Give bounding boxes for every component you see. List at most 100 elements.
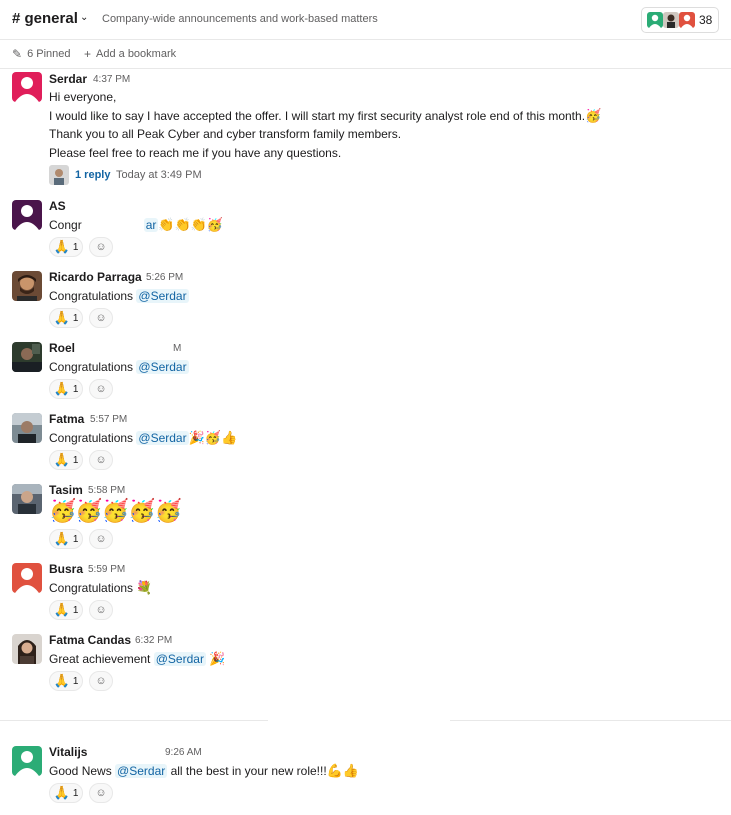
add-reaction-icon[interactable]: ☺ [89,600,113,620]
reaction-pill[interactable]: 🙏 1 [49,450,83,470]
mention[interactable]: ar [143,218,159,232]
thread-replies-link[interactable]: 1 reply [75,169,110,181]
avatar[interactable] [12,563,42,593]
avatar[interactable] [12,746,42,776]
pray-icon: 🙏 [53,531,70,547]
pin-icon: ✎ [12,47,23,61]
chevron-down-icon[interactable]: ⌄ [80,12,88,23]
sender-name[interactable]: Ricardo Parraga [49,270,142,284]
avatar[interactable] [12,634,42,664]
message-text: Good News @Serdar all the best in your n… [49,764,360,779]
avatar[interactable] [12,72,42,102]
sender-name[interactable]: Vitalijs [49,745,87,759]
message-text: Congratulations @Serdar [49,360,189,374]
pray-icon: 🙏 [53,452,70,468]
message-text: Congratulations @Serdar 🎉🥳👍 [49,431,238,446]
emoji: 🥳🥳🥳🥳🥳 [49,499,182,524]
message-text: Thank you to all Peak Cyber and cyber tr… [49,127,402,141]
reaction-pill[interactable]: 🙏 1 [49,671,83,691]
message-text: Hi everyone, [49,90,117,104]
members-button[interactable]: 38 [641,7,719,33]
add-bookmark-button[interactable]: + Add a bookmark [84,47,176,61]
pray-icon: 🙏 [53,785,70,801]
reaction-pill[interactable]: 🙏 1 [49,529,83,549]
reaction-count: 1 [72,383,79,395]
timestamp[interactable]: 5:57 PM [90,414,127,425]
timestamp[interactable]: 4:37 PM [93,74,130,85]
add-reaction-icon[interactable]: ☺ [89,308,113,328]
reaction-pill[interactable]: 🙏 1 [49,783,83,803]
sender-name[interactable]: Roel [49,341,75,355]
pinned-label: 6 Pinned [27,48,71,60]
member-avatar [679,12,695,28]
emoji: 🥳 [585,109,602,124]
timestamp[interactable]: 9:26 AM [165,747,202,758]
reaction-pill[interactable]: 🙏 1 [49,308,83,328]
member-avatar [663,12,679,28]
channel-header: # general ⌄ Company-wide announcements a… [0,0,731,40]
message-text: Congratulations @Serdar [49,289,189,303]
add-reaction-icon[interactable]: ☺ [89,379,113,399]
sender-name[interactable]: Serdar [49,72,87,86]
message-text: I would like to say I have accepted the … [49,109,602,124]
timestamp[interactable]: 5:26 PM [146,272,183,283]
timestamp[interactable]: M [173,343,181,354]
timestamp[interactable]: 6:32 PM [135,635,172,646]
pinned-button[interactable]: ✎ 6 Pinned [12,47,71,61]
mention[interactable]: @Serdar [136,360,189,374]
emoji: 👏👏👏🥳 [158,218,224,233]
pray-icon: 🙏 [53,602,70,618]
add-reaction-icon[interactable]: ☺ [89,529,113,549]
add-bookmark-label: Add a bookmark [96,48,177,60]
mention[interactable]: @Serdar [136,289,189,303]
reaction-pill[interactable]: 🙏 1 [49,600,83,620]
sender-name[interactable]: Tasim [49,483,83,497]
sender-name[interactable]: Busra [49,562,83,576]
reaction-count: 1 [72,675,79,687]
reaction-count: 1 [72,533,79,545]
mention[interactable]: @Serdar [136,431,189,445]
member-count: 38 [699,13,713,27]
mention[interactable]: @Serdar [153,652,206,666]
sender-name[interactable]: AS [49,199,66,213]
emoji: 💐 [136,581,153,596]
emoji: 🎉🥳👍 [188,431,238,446]
reaction-pill[interactable]: 🙏 1 [49,379,83,399]
sender-name[interactable]: Fatma [49,412,84,426]
avatar[interactable] [12,271,42,301]
message-text: 🥳🥳🥳🥳🥳 [49,499,182,524]
sender-name[interactable]: Fatma Candas [49,633,131,647]
pray-icon: 🙏 [53,239,70,255]
emoji: 🎉 [209,652,226,667]
bookmarks-bar: ✎ 6 Pinned + Add a bookmark [0,41,731,69]
message-text: Congr ar 👏👏👏🥳 [49,218,224,233]
pray-icon: 🙏 [53,381,70,397]
add-reaction-icon[interactable]: ☺ [89,450,113,470]
mention[interactable]: @Serdar [115,764,168,778]
reaction-count: 1 [72,312,79,324]
add-reaction-icon[interactable]: ☺ [89,671,113,691]
pray-icon: 🙏 [53,673,70,689]
avatar[interactable] [12,413,42,443]
channel-topic: Company-wide announcements and work-base… [102,13,378,25]
pray-icon: 🙏 [53,310,70,326]
channel-name[interactable]: # general [12,10,78,27]
reaction-count: 1 [72,454,79,466]
add-reaction-icon[interactable]: ☺ [89,237,113,257]
avatar[interactable] [12,342,42,372]
timestamp[interactable]: 5:59 PM [88,564,125,575]
avatar[interactable] [12,200,42,230]
plus-icon: + [84,47,92,61]
avatar[interactable] [12,484,42,514]
member-avatar [647,12,663,28]
reaction-count: 1 [72,787,79,799]
reply-avatar [49,165,69,185]
emoji: 💪👍 [326,764,360,779]
timestamp[interactable]: 5:58 PM [88,485,125,496]
reaction-pill[interactable]: 🙏 1 [49,237,83,257]
thread-reply-time: Today at 3:49 PM [116,169,202,181]
message-text: Congratulations 💐 [49,581,153,596]
reaction-count: 1 [72,604,79,616]
day-divider-label [268,712,450,728]
add-reaction-icon[interactable]: ☺ [89,783,113,803]
